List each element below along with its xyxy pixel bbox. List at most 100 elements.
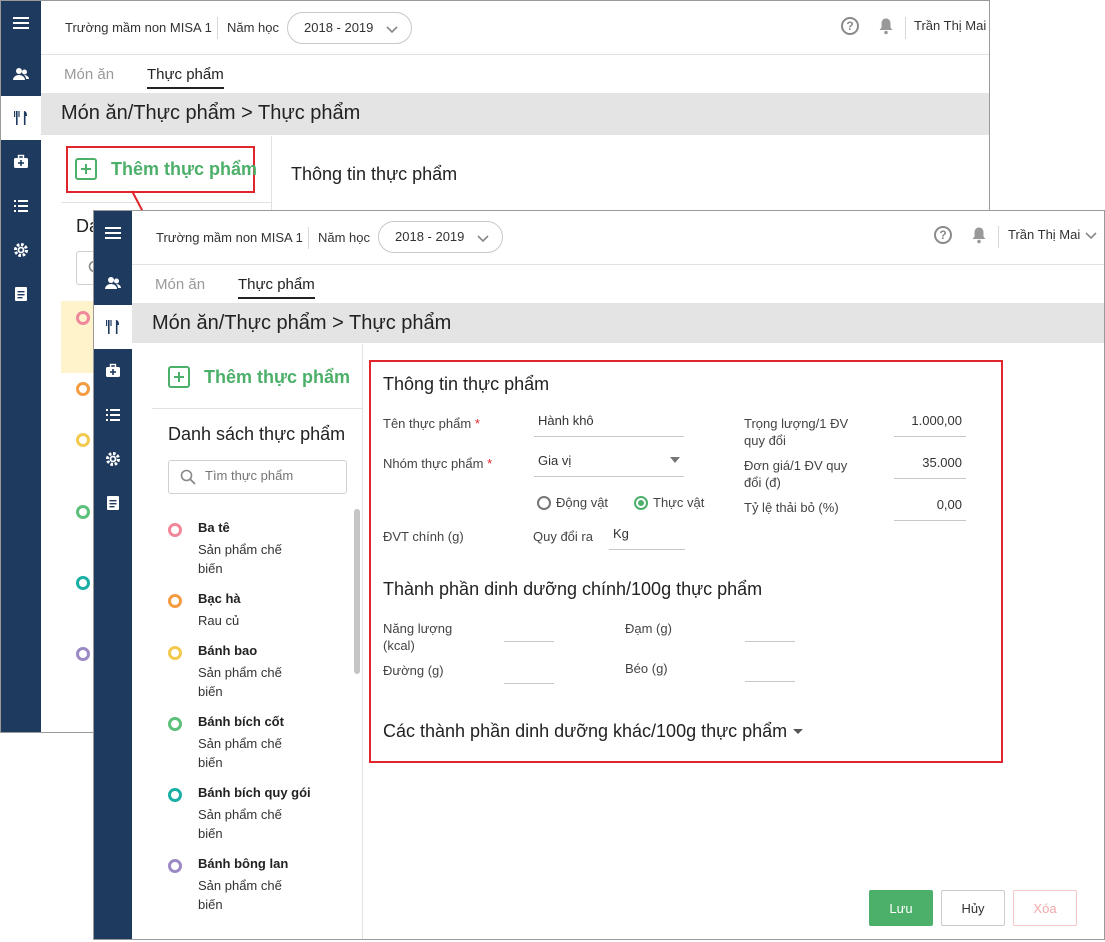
side-nav — [1, 1, 41, 732]
top-bar: Trường mầm non MISA 1 Năm học 2018 - 201… — [41, 1, 989, 55]
fat-field[interactable] — [745, 656, 795, 682]
food-name: Bánh bao — [198, 643, 258, 658]
add-food-button[interactable]: Thêm thực phẩm — [75, 158, 257, 180]
list-icon[interactable] — [94, 393, 132, 437]
year-label: Năm học — [227, 20, 280, 35]
category-dot — [76, 311, 90, 325]
medical-kit-icon[interactable] — [1, 140, 41, 184]
list-icon[interactable] — [1, 184, 41, 228]
tab-food[interactable]: Thực phẩm — [238, 276, 315, 299]
convert-unit-field[interactable]: Kg — [609, 524, 685, 550]
caret-down-icon — [793, 729, 804, 734]
add-food-button[interactable]: Thêm thực phẩm — [168, 366, 350, 388]
category-dot — [168, 594, 182, 608]
category-dot — [76, 647, 90, 661]
divider — [308, 227, 309, 249]
divider — [998, 226, 999, 248]
category-dot — [168, 646, 182, 660]
user-name[interactable]: Trần Thị Mai — [1008, 227, 1080, 242]
info-title: Thông tin thực phẩm — [383, 374, 550, 394]
add-food-label: Thêm thực phẩm — [111, 158, 258, 179]
year-value: 2018 - 2019 — [304, 20, 374, 35]
year-select[interactable]: 2018 - 2019 — [287, 12, 412, 44]
nutrition-title: Thành phần dinh dưỡng chính/100g thực ph… — [383, 579, 763, 599]
food-name: Bạc hà — [198, 591, 241, 606]
utensils-icon[interactable] — [1, 96, 41, 140]
save-button[interactable]: Lưu — [869, 890, 933, 926]
food-name-field[interactable]: Hành khô — [534, 411, 684, 437]
delete-button[interactable]: Xóa — [1013, 890, 1077, 926]
document-icon[interactable] — [1, 272, 41, 316]
category-dot — [168, 717, 182, 731]
food-group-select[interactable]: Gia vị — [534, 451, 684, 477]
bell-icon[interactable] — [970, 226, 988, 244]
tab-dishes[interactable]: Món ăn — [64, 66, 114, 87]
school-name: Trường mầm non MISA 1 — [65, 20, 212, 35]
plus-icon — [168, 366, 190, 388]
food-group: Sản phẩm chế biến — [198, 665, 282, 699]
search-box[interactable] — [168, 460, 347, 494]
other-nutrition-toggle[interactable]: Các thành phần dinh dưỡng khác/100g thực… — [383, 721, 804, 742]
users-icon[interactable] — [94, 261, 132, 305]
gear-icon[interactable] — [94, 437, 132, 481]
user-name[interactable]: Trần Thị Mai — [914, 18, 986, 33]
waste-label: Tỷ lệ thải bỏ (%) — [744, 500, 839, 515]
radio-plant[interactable]: Thực vật — [634, 495, 704, 510]
users-icon[interactable] — [1, 52, 41, 96]
menu-icon[interactable] — [1, 1, 41, 45]
caret-down-icon — [670, 457, 680, 463]
list-title: Danh sách thực phẩm — [168, 424, 346, 444]
help-icon[interactable]: ? — [934, 226, 952, 244]
radio-circle — [537, 495, 551, 510]
bell-icon[interactable] — [877, 17, 895, 35]
year-value: 2018 - 2019 — [395, 229, 465, 244]
tab-bar: Món ăn Thực phẩm — [41, 56, 989, 92]
food-group: Sản phẩm chế biến — [198, 807, 282, 841]
food-group: Sản phẩm chế biến — [198, 878, 282, 912]
cancel-button[interactable]: Hủy — [941, 890, 1005, 926]
group-label: Nhóm thực phẩm * — [383, 456, 493, 471]
energy-label: Năng lượng (kcal) — [383, 621, 453, 653]
breadcrumb: Món ăn/Thực phẩm > Thực phẩm — [152, 312, 452, 334]
search-input[interactable] — [205, 468, 335, 483]
chevron-down-icon[interactable] — [1084, 228, 1098, 242]
food-group: Rau củ — [198, 613, 240, 628]
divider — [905, 17, 906, 39]
category-dot — [168, 859, 182, 873]
price-field[interactable]: 35.000 — [894, 453, 966, 479]
chevron-down-icon — [386, 26, 398, 34]
food-name: Bánh bích quy gói — [198, 785, 311, 800]
tab-dishes[interactable]: Món ăn — [155, 276, 205, 297]
fat-label: Béo (g) — [625, 661, 668, 676]
energy-field[interactable] — [504, 616, 554, 642]
plus-icon — [75, 158, 97, 180]
year-select[interactable]: 2018 - 2019 — [378, 221, 503, 253]
divider — [152, 408, 362, 409]
radio-plant-label: Thực vật — [653, 495, 705, 510]
price-label: Đơn giá/1 ĐV quy đổi (đ) — [744, 458, 848, 490]
gear-icon[interactable] — [1, 228, 41, 272]
help-icon[interactable]: ? — [841, 17, 859, 35]
food-name: Bánh bông lan — [198, 856, 289, 871]
sugar-field[interactable] — [504, 658, 554, 684]
food-group: Sản phẩm chế biến — [198, 542, 282, 576]
radio-animal[interactable]: Động vật — [537, 495, 608, 510]
tab-bar: Món ăn Thực phẩm — [132, 266, 1104, 302]
other-nutrition-title: Các thành phần dinh dưỡng khác/100g thực… — [383, 721, 788, 741]
waste-field[interactable]: 0,00 — [894, 495, 966, 521]
add-food-label: Thêm thực phẩm — [204, 366, 351, 387]
tab-food[interactable]: Thực phẩm — [147, 66, 224, 89]
category-dot — [168, 523, 182, 537]
document-icon[interactable] — [94, 481, 132, 525]
breadcrumb-bar: Món ăn/Thực phẩm > Thực phẩm — [132, 303, 1104, 343]
weight-field[interactable]: 1.000,00 — [894, 411, 966, 437]
foreground-window: Trường mầm non MISA 1 Năm học 2018 - 201… — [93, 210, 1105, 940]
list-scrollbar[interactable] — [354, 509, 360, 674]
utensils-icon[interactable] — [94, 305, 132, 349]
protein-field[interactable] — [745, 616, 795, 642]
menu-icon[interactable] — [94, 211, 132, 255]
school-name: Trường mầm non MISA 1 — [156, 230, 303, 245]
breadcrumb-bar: Món ăn/Thực phẩm > Thực phẩm — [41, 93, 989, 135]
medical-kit-icon[interactable] — [94, 349, 132, 393]
search-icon — [180, 469, 196, 485]
